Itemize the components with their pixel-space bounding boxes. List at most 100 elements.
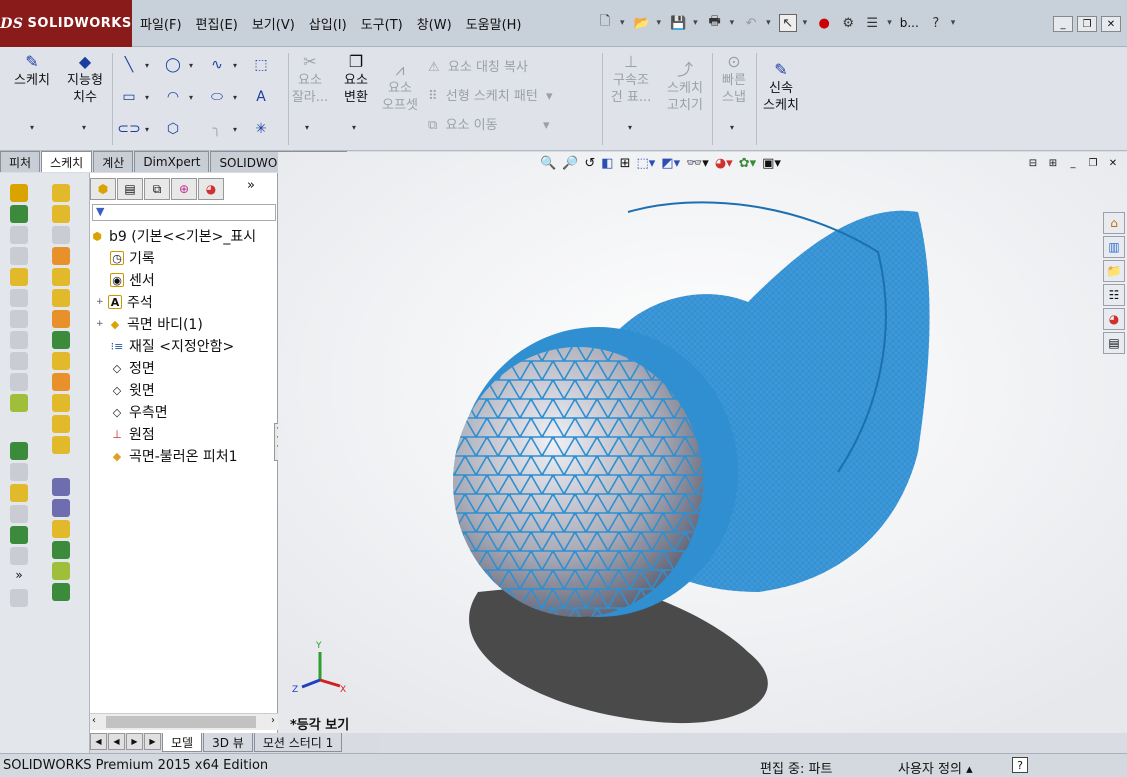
move-entities-button[interactable]: ⧉ 요소 이동 ▾ bbox=[428, 114, 550, 133]
menu-view[interactable]: 보기(V) bbox=[252, 14, 295, 33]
tab-sketch[interactable]: 스케치 bbox=[41, 151, 93, 172]
point-icon[interactable] bbox=[52, 562, 70, 580]
disabled-tool-icon[interactable] bbox=[10, 310, 28, 328]
hide-show-items-icon[interactable]: 👓▾ bbox=[686, 156, 709, 171]
ellipse-icon[interactable]: ⬭ bbox=[207, 87, 227, 107]
disabled-tool-icon[interactable] bbox=[10, 463, 28, 481]
graphics-area[interactable]: Y X Z 🔍 🔎 ↺ ◧ ⊞ ⬚▾ ◩▾ 👓▾ ◕▾ ✿▾ ▣▾ ⊟ ⊞ _ … bbox=[278, 152, 1127, 733]
extend-surface-icon[interactable] bbox=[52, 373, 70, 391]
print-icon[interactable]: 🖶 bbox=[706, 14, 724, 32]
new-file-icon[interactable]: 🗋 bbox=[596, 14, 614, 32]
disabled-tool-icon[interactable] bbox=[10, 331, 28, 349]
options-icon[interactable]: ⚙ bbox=[839, 14, 857, 32]
next-tab-icon[interactable]: ▶ bbox=[126, 733, 143, 750]
undo-icon[interactable]: ↶ bbox=[742, 14, 760, 32]
surface-revolve-icon[interactable] bbox=[52, 205, 70, 223]
knit-icon[interactable] bbox=[10, 526, 28, 544]
solidworks-logo[interactable]: DS SOLIDWORKS bbox=[0, 0, 132, 47]
disabled-tool-icon[interactable] bbox=[10, 547, 28, 565]
scroll-left-icon[interactable]: ‹ bbox=[92, 715, 96, 726]
disabled-tool-icon[interactable] bbox=[10, 289, 28, 307]
viewport-minimize-icon[interactable]: _ bbox=[1065, 156, 1081, 170]
file-explorer-icon[interactable]: 📁 bbox=[1103, 260, 1125, 282]
appearances-icon[interactable]: ◕ bbox=[1103, 308, 1125, 330]
display-style-icon[interactable]: ◩▾ bbox=[661, 156, 680, 171]
surface-loft-icon[interactable] bbox=[52, 247, 70, 265]
menu-insert[interactable]: 삽입(I) bbox=[309, 14, 347, 33]
polygon-icon[interactable]: ⬡ bbox=[163, 119, 183, 139]
menu-help[interactable]: 도움말(H) bbox=[466, 14, 522, 33]
minimize-icon[interactable]: _ bbox=[1053, 16, 1073, 32]
delete-face-icon[interactable] bbox=[52, 478, 70, 496]
previous-view-icon[interactable]: ↺ bbox=[584, 156, 595, 171]
rectangle-icon[interactable]: ▭ bbox=[119, 87, 139, 107]
apply-scene-icon[interactable]: ✿▾ bbox=[739, 156, 756, 171]
tree-item-origin[interactable]: ⊥ 원점 bbox=[90, 423, 278, 445]
open-folder-icon[interactable]: 📂 bbox=[633, 14, 651, 32]
disabled-tool-icon[interactable] bbox=[52, 226, 70, 244]
quick-snaps-button[interactable]: ⊙ 빠른 스냅 bbox=[714, 53, 754, 106]
surface-fill-icon[interactable] bbox=[10, 442, 28, 460]
split-horizontal-icon[interactable]: ⊞ bbox=[1045, 156, 1061, 170]
disabled-tool-icon[interactable] bbox=[10, 247, 28, 265]
tree-item-imported-surface[interactable]: ◆ 곡면-불러온 피처1 bbox=[90, 445, 278, 467]
menu-file[interactable]: 파일(F) bbox=[140, 14, 182, 33]
configuration-manager-tab-icon[interactable]: ⧉ bbox=[144, 178, 170, 200]
tree-item-top-plane[interactable]: ◇ 윗면 bbox=[90, 379, 278, 401]
prev-tab-icon[interactable]: ◀ bbox=[108, 733, 125, 750]
tree-item-right-plane[interactable]: ◇ 우측면 bbox=[90, 401, 278, 423]
offset-entities-button[interactable]: ⩘ 요소 오프셋 bbox=[378, 61, 422, 114]
fillet-icon[interactable]: ╮ bbox=[207, 119, 227, 139]
trim-entities-button[interactable]: ✂ 요소 잘라... bbox=[290, 53, 330, 106]
line-icon[interactable]: ╲ bbox=[119, 55, 139, 75]
spline-icon[interactable]: ∿ bbox=[207, 55, 227, 75]
reference-geometry-icon[interactable] bbox=[10, 394, 28, 412]
tree-item-front-plane[interactable]: ◇ 정면 bbox=[90, 357, 278, 379]
tab-3d-views[interactable]: 3D 뷰 bbox=[203, 733, 253, 752]
tab-motion-study[interactable]: 모션 스터디 1 bbox=[253, 733, 343, 752]
help-icon[interactable]: ? bbox=[927, 14, 945, 32]
tab-features[interactable]: 피처 bbox=[0, 151, 41, 172]
curve-icon[interactable] bbox=[52, 583, 70, 601]
expand-tabs-icon[interactable]: » bbox=[225, 178, 255, 202]
last-tab-icon[interactable]: ▶ bbox=[144, 733, 161, 750]
scrollbar-thumb[interactable] bbox=[106, 716, 256, 728]
disabled-tool-icon[interactable] bbox=[10, 505, 28, 523]
menu-tools[interactable]: 도구(T) bbox=[361, 14, 403, 33]
text-icon[interactable]: A bbox=[251, 87, 271, 107]
boundary-surface-icon[interactable] bbox=[52, 268, 70, 286]
tree-filter-input[interactable]: ▼ bbox=[92, 204, 276, 221]
knit-surface-icon[interactable] bbox=[52, 436, 70, 454]
dimension-icon[interactable] bbox=[10, 205, 28, 223]
extrude-icon[interactable] bbox=[10, 484, 28, 502]
disabled-tool-icon[interactable] bbox=[10, 352, 28, 370]
zoom-to-fit-icon[interactable]: 🔍 bbox=[540, 156, 556, 171]
traffic-light-icon[interactable]: ● bbox=[815, 14, 833, 32]
circle-icon[interactable]: ◯ bbox=[163, 55, 183, 75]
mirror-entities-button[interactable]: ⚠ 요소 대칭 복사 bbox=[428, 56, 528, 75]
smart-dimension-button[interactable]: ◆ 지능형 치수 bbox=[62, 53, 108, 106]
replace-face-icon[interactable] bbox=[52, 499, 70, 517]
split-vertical-icon[interactable]: ⊟ bbox=[1025, 156, 1041, 170]
section-view-icon[interactable]: ◧ bbox=[601, 156, 613, 171]
feature-tree-tab-icon[interactable]: ⬢ bbox=[90, 178, 116, 200]
select-arrow-icon[interactable]: ↖ bbox=[778, 14, 797, 32]
view-palette-icon[interactable]: ☷ bbox=[1103, 284, 1125, 306]
view-settings-icon[interactable]: ▣▾ bbox=[762, 156, 781, 171]
view-orientation-icon[interactable]: ⬚▾ bbox=[636, 156, 655, 171]
tab-model[interactable]: 모델 bbox=[162, 733, 203, 752]
tree-item-material[interactable]: ⁝≡ 재질 <지정안함> bbox=[90, 335, 278, 357]
arc-icon[interactable]: ◠ bbox=[163, 87, 183, 107]
menu-edit[interactable]: 편집(E) bbox=[196, 14, 238, 33]
planar-surface-icon[interactable] bbox=[52, 310, 70, 328]
untrim-surface-icon[interactable] bbox=[52, 415, 70, 433]
surface-extrude-icon[interactable] bbox=[52, 184, 70, 202]
thicken-icon[interactable] bbox=[52, 520, 70, 538]
disabled-tool-icon[interactable] bbox=[10, 226, 28, 244]
disabled-tool-icon[interactable] bbox=[10, 373, 28, 391]
convert-entities-button[interactable]: ❐ 요소 변환 bbox=[336, 53, 376, 106]
first-tab-icon[interactable]: ◀ bbox=[90, 733, 107, 750]
display-manager-tab-icon[interactable]: ◕ bbox=[198, 178, 224, 200]
units-selector[interactable]: 사용자 정의 ▴ bbox=[898, 758, 973, 777]
3d-sketch-icon[interactable] bbox=[10, 184, 28, 202]
